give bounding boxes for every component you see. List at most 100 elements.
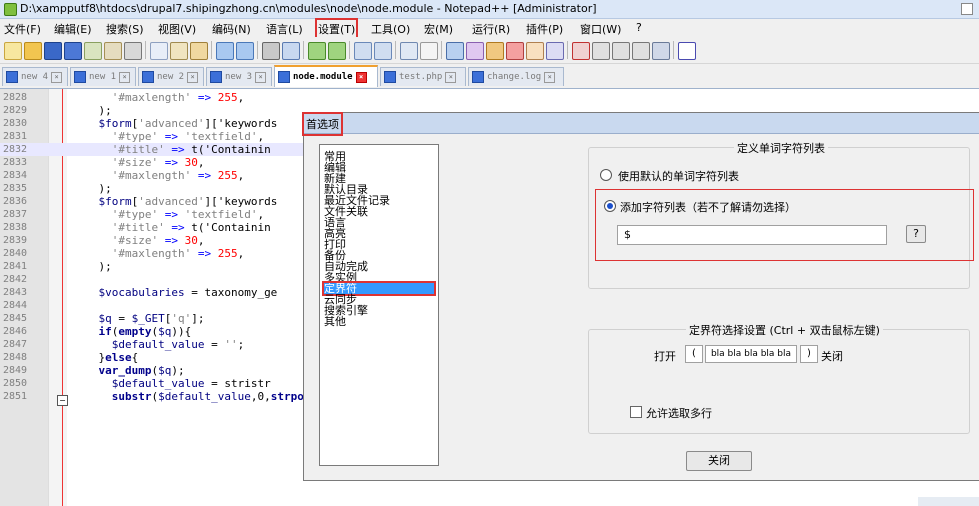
code-text: '#maxlength' => 255, bbox=[111, 247, 245, 260]
preferences-dialog: 首选项 常用 编辑 新建 默认目录 最近文件记录 文件关联 语言 高亮 打印 备… bbox=[302, 112, 979, 481]
line-number: 2846 bbox=[3, 326, 28, 337]
delimiter-open-input[interactable]: ( bbox=[685, 345, 703, 363]
tab-label: new 4 bbox=[21, 72, 49, 82]
add-chars-radio[interactable] bbox=[604, 200, 616, 212]
menu-tools[interactable]: 工具(O) bbox=[371, 21, 410, 37]
close-tab-icon[interactable]: × bbox=[119, 71, 131, 83]
menu-file[interactable]: 文件(F) bbox=[4, 21, 41, 37]
close-all-icon[interactable] bbox=[104, 42, 122, 60]
word-chars-help-button[interactable]: ? bbox=[906, 225, 926, 243]
tab-change-log[interactable]: change.log × bbox=[468, 67, 564, 86]
menu-edit[interactable]: 编辑(E) bbox=[54, 21, 92, 37]
code-text: '#type' => 'textfield', bbox=[111, 130, 265, 143]
code-text: var_dump($q); bbox=[98, 364, 185, 377]
code-text: $form['advanced']['keywords bbox=[98, 195, 278, 208]
stop-macro-icon[interactable] bbox=[592, 42, 610, 60]
save-macro-icon[interactable] bbox=[652, 42, 670, 60]
zoom-out-icon[interactable] bbox=[328, 42, 346, 60]
indent-guide-icon[interactable] bbox=[446, 42, 464, 60]
line-number: 2832 bbox=[3, 144, 28, 155]
undo-icon[interactable] bbox=[216, 42, 234, 60]
sync-vertical-icon[interactable] bbox=[354, 42, 372, 60]
save-all-icon[interactable] bbox=[64, 42, 82, 60]
tab-new-1[interactable]: new 1 × bbox=[70, 67, 136, 86]
run-macro-multiple-icon[interactable] bbox=[632, 42, 650, 60]
tab-node-module[interactable]: node.module × bbox=[274, 65, 378, 87]
monitoring-icon[interactable] bbox=[546, 42, 564, 60]
redo-icon[interactable] bbox=[236, 42, 254, 60]
fold-toggle-icon[interactable]: − bbox=[57, 395, 68, 406]
paste-icon[interactable] bbox=[190, 42, 208, 60]
spell-check-icon[interactable] bbox=[678, 42, 696, 60]
udl-icon[interactable] bbox=[466, 42, 484, 60]
close-tab-icon[interactable]: × bbox=[445, 71, 457, 83]
save-icon[interactable] bbox=[44, 42, 62, 60]
default-chars-radio[interactable] bbox=[600, 169, 612, 181]
file-icon bbox=[278, 71, 290, 83]
delimiter-sample-text: bla bla bla bla bla bbox=[705, 345, 797, 363]
code-line[interactable]: 2828 '#maxlength' => 255, bbox=[0, 91, 979, 104]
menu-plugins[interactable]: 插件(P) bbox=[526, 21, 563, 37]
menu-language[interactable]: 语言(L) bbox=[266, 21, 303, 37]
menu-search[interactable]: 搜索(S) bbox=[106, 21, 144, 37]
code-text: ); bbox=[72, 260, 112, 273]
zoom-in-icon[interactable] bbox=[308, 42, 326, 60]
category-item[interactable]: 其他 bbox=[324, 316, 434, 327]
allow-multiline-checkbox[interactable] bbox=[630, 406, 642, 418]
open-file-icon[interactable] bbox=[24, 42, 42, 60]
line-number: 2841 bbox=[3, 261, 28, 272]
category-list: 常用 编辑 新建 默认目录 最近文件记录 文件关联 语言 高亮 打印 备份 自动… bbox=[319, 144, 439, 466]
delimiter-legend: 定界符选择设置 (Ctrl + 双击鼠标左键) bbox=[686, 322, 883, 338]
menu-encoding[interactable]: 编码(N) bbox=[212, 21, 251, 37]
menu-window[interactable]: 窗口(W) bbox=[580, 21, 621, 37]
copy-icon[interactable] bbox=[170, 42, 188, 60]
menu-help[interactable]: ? bbox=[636, 21, 642, 34]
function-list-icon[interactable] bbox=[506, 42, 524, 60]
line-number: 2839 bbox=[3, 235, 28, 246]
window-control-icon[interactable] bbox=[961, 3, 973, 15]
line-number: 2850 bbox=[3, 378, 28, 389]
line-number: 2843 bbox=[3, 287, 28, 298]
toolbar-separator bbox=[673, 41, 674, 59]
line-number: 2838 bbox=[3, 222, 28, 233]
close-tab-icon[interactable]: × bbox=[187, 71, 199, 83]
play-macro-icon[interactable] bbox=[612, 42, 630, 60]
code-text: '#size' => 30, bbox=[111, 156, 205, 169]
doc-map-icon[interactable] bbox=[486, 42, 504, 60]
tab-label: new 1 bbox=[89, 72, 117, 82]
tab-new-3[interactable]: new 3 × bbox=[206, 67, 272, 86]
word-wrap-icon[interactable] bbox=[400, 42, 418, 60]
line-number: 2831 bbox=[3, 131, 28, 142]
empty-area bbox=[918, 497, 979, 506]
close-tab-icon[interactable]: × bbox=[51, 71, 63, 83]
tab-new-2[interactable]: new 2 × bbox=[138, 67, 204, 86]
close-tab-icon[interactable]: × bbox=[255, 71, 267, 83]
menu-macro[interactable]: 宏(M) bbox=[424, 21, 453, 37]
code-text: $q = $_GET['q']; bbox=[98, 312, 205, 325]
show-all-chars-icon[interactable] bbox=[420, 42, 438, 60]
print-icon[interactable] bbox=[124, 42, 142, 60]
word-chars-input[interactable]: $ bbox=[617, 225, 887, 245]
tab-test-php[interactable]: test.php × bbox=[380, 67, 466, 86]
code-text: $vocabularies = taxonomy_ge bbox=[98, 286, 278, 299]
tab-new-4[interactable]: new 4 × bbox=[2, 67, 68, 86]
folder-workspace-icon[interactable] bbox=[526, 42, 544, 60]
tab-label: change.log bbox=[487, 72, 542, 82]
toolbar-separator bbox=[145, 41, 146, 59]
toolbar bbox=[0, 37, 979, 64]
delimiter-close-input[interactable]: ) bbox=[800, 345, 818, 363]
replace-icon[interactable] bbox=[282, 42, 300, 60]
close-file-icon[interactable] bbox=[84, 42, 102, 60]
menu-view[interactable]: 视图(V) bbox=[158, 21, 196, 37]
cut-icon[interactable] bbox=[150, 42, 168, 60]
menu-settings[interactable]: 设置(T) bbox=[314, 18, 359, 40]
new-file-icon[interactable] bbox=[4, 42, 22, 60]
menu-run[interactable]: 运行(R) bbox=[472, 21, 510, 37]
close-tab-icon[interactable]: × bbox=[544, 71, 556, 83]
line-number: 2847 bbox=[3, 339, 28, 350]
record-macro-icon[interactable] bbox=[572, 42, 590, 60]
sync-horizontal-icon[interactable] bbox=[374, 42, 392, 60]
close-dialog-button[interactable]: 关闭 bbox=[686, 451, 752, 471]
find-icon[interactable] bbox=[262, 42, 280, 60]
close-tab-icon[interactable]: × bbox=[355, 71, 367, 83]
